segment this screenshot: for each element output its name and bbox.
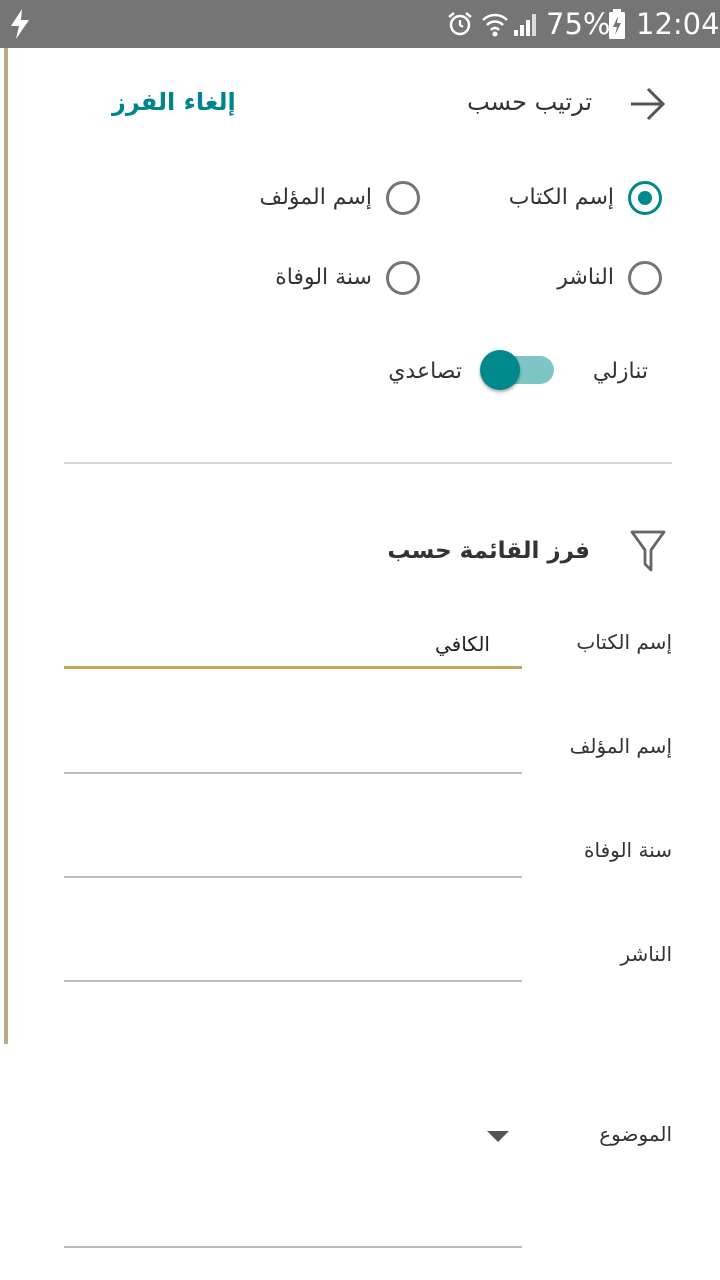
- descending-label: تنازلي: [592, 359, 648, 384]
- publisher-input[interactable]: [64, 940, 490, 972]
- radio-label: الناشر: [557, 265, 614, 290]
- field-label-book-name: إسم الكتاب: [576, 630, 672, 654]
- filter-icon: [630, 530, 666, 572]
- back-arrow-icon[interactable]: [628, 86, 668, 122]
- field-label-subject: الموضوع: [599, 1122, 672, 1146]
- field-label-death-year: سنة الوفاة: [584, 838, 672, 862]
- charging-bolt-icon: [11, 9, 29, 39]
- death-year-underline: [64, 876, 522, 878]
- sort-option-death-year[interactable]: سنة الوفاة: [250, 258, 428, 302]
- book-name-underline: [64, 666, 522, 669]
- subject-dropdown[interactable]: [64, 1100, 522, 1248]
- field-label-publisher: الناشر: [620, 942, 672, 966]
- field-label-author-name: إسم المؤلف: [569, 734, 672, 758]
- sort-option-book-name[interactable]: إسم الكتاب: [500, 178, 670, 222]
- publisher-underline: [64, 980, 522, 982]
- battery-percent: 75%: [546, 7, 611, 41]
- status-bar: 75% 12:04: [0, 0, 720, 48]
- radio-button[interactable]: [386, 181, 420, 215]
- clock: 12:04: [636, 7, 720, 41]
- book-name-input[interactable]: [64, 628, 490, 660]
- battery-charging-icon: [609, 9, 625, 39]
- subject-underline: [64, 1246, 522, 1248]
- author-name-input[interactable]: [64, 732, 490, 764]
- radio-button[interactable]: [628, 261, 662, 295]
- radio-label: سنة الوفاة: [275, 265, 372, 290]
- ascending-label: تصاعدي: [388, 359, 462, 384]
- dropdown-arrow-icon: [487, 1131, 509, 1142]
- radio-button[interactable]: [386, 261, 420, 295]
- cancel-sort-button[interactable]: إلغاء الفرز: [112, 88, 236, 116]
- signal-icon: [514, 14, 536, 36]
- sort-order-switch[interactable]: [480, 350, 554, 390]
- radio-label: إسم الكتاب: [508, 185, 614, 210]
- page-title: ترتيب حسب: [467, 88, 592, 116]
- sort-option-author-name[interactable]: إسم المؤلف: [250, 178, 428, 222]
- wifi-icon: [482, 13, 508, 37]
- radio-label: إسم المؤلف: [259, 185, 372, 210]
- radio-button-checked[interactable]: [628, 181, 662, 215]
- left-accent-line: [4, 48, 8, 1044]
- switch-thumb[interactable]: [480, 350, 520, 390]
- section-divider: [64, 462, 672, 464]
- filter-section-title: فرز القائمة حسب: [387, 538, 590, 564]
- alarm-icon: [448, 12, 472, 36]
- death-year-input[interactable]: [64, 836, 490, 868]
- author-name-underline: [64, 772, 522, 774]
- sort-option-publisher[interactable]: الناشر: [500, 258, 670, 302]
